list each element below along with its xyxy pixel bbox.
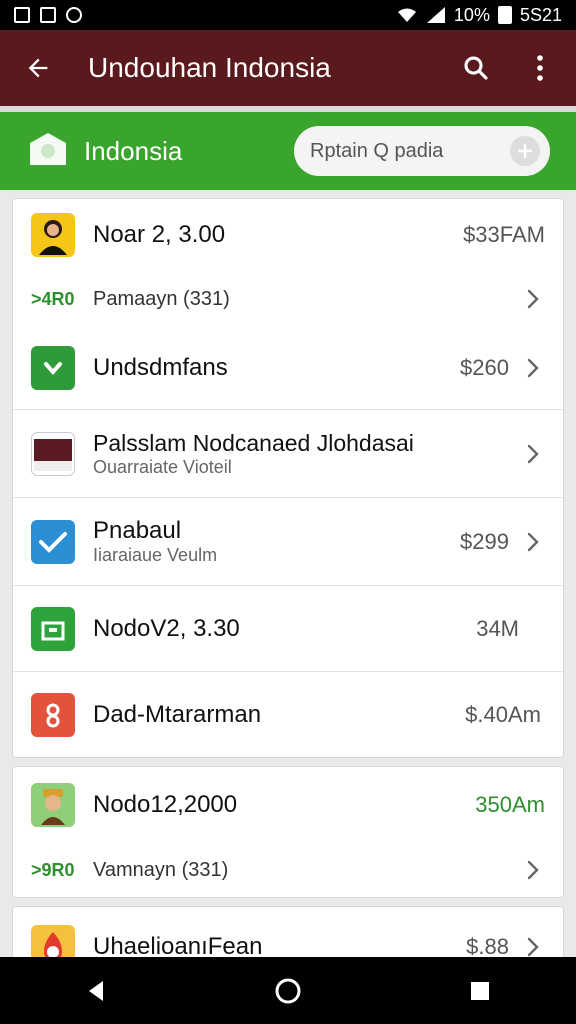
item-title: NodoV2, 3.30 — [93, 614, 240, 642]
item-meta: $33FAM — [463, 222, 545, 248]
list-item[interactable]: Palsslam Nodcanaed Jlohdasai Ouarraiate … — [13, 409, 563, 497]
nav-back-icon — [89, 980, 103, 1001]
more-options-button[interactable] — [518, 46, 562, 90]
chat-bubble-icon — [26, 129, 70, 173]
status-left-icons — [14, 7, 82, 23]
add-button[interactable] — [510, 136, 540, 166]
item-title: Nodo12,2000 — [93, 791, 238, 818]
list-item[interactable]: Nodo12,2000 350Am >9R0 Vamnayn (331) — [13, 767, 563, 897]
folder-app-icon — [31, 431, 75, 476]
house-app-icon — [31, 606, 75, 651]
status-time: 5S21 — [519, 4, 562, 25]
chevron-right-icon — [521, 935, 545, 959]
nav-back-button[interactable] — [66, 961, 126, 1021]
list-item-row: Noar 2, 3.00 $33FAM — [13, 199, 563, 271]
item-meta — [521, 442, 545, 466]
nav-home-icon — [275, 978, 301, 1003]
back-button[interactable] — [14, 44, 62, 92]
item-subtitle: Ouarraiate Vioteil — [93, 456, 232, 477]
plus-icon — [517, 143, 533, 159]
item-meta: 350Am — [475, 792, 545, 818]
chevron-right-icon — [521, 356, 545, 380]
item-subtitle: Vamnayn (331) — [93, 858, 229, 881]
app-bar-actions — [454, 46, 562, 90]
item-tag: >9R0 — [31, 859, 75, 880]
item-title: Undsdmfans — [93, 354, 228, 381]
nav-recents-icon — [471, 981, 489, 1000]
chevron-right-icon — [521, 442, 545, 466]
item-size: $.40Am — [465, 701, 541, 727]
battery-icon — [497, 6, 512, 24]
item-tag: >4R0 — [31, 288, 75, 309]
system-nav-bar — [0, 957, 576, 1024]
item-price: $299 — [460, 528, 509, 554]
nav-home-button[interactable] — [258, 961, 318, 1021]
list-item-subrow: >9R0 Vamnayn (331) — [13, 843, 563, 897]
item-size: 350Am — [475, 792, 545, 817]
item-size: 34M — [476, 615, 519, 641]
status-bar: 10% 5S21 — [0, 0, 576, 30]
avatar — [31, 213, 75, 257]
app-list: Noar 2, 3.00 $33FAM >4R0 Pamaayn (331) U… — [12, 198, 564, 988]
item-title: Pnabaul — [93, 517, 182, 544]
list-item[interactable]: Noar 2, 3.00 $33FAM >4R0 Pamaayn (331) — [13, 199, 563, 327]
item-meta: $.40Am — [465, 702, 541, 728]
search-icon — [464, 56, 488, 80]
section-title: Indonsia — [84, 135, 183, 166]
notification-icon — [40, 7, 56, 23]
app-bar: Undouhan Indonsia — [0, 30, 576, 106]
cat-icon — [66, 7, 82, 23]
item-subtitle: Iiaraiaue Veulm — [93, 545, 218, 565]
list-item[interactable]: Pnabaul Iiaraiaue Veulm $299 — [13, 497, 563, 585]
item-price: $260 — [460, 355, 509, 380]
more-vert-icon — [537, 55, 543, 81]
item-meta: $299 — [460, 529, 545, 555]
chevron-right-icon — [521, 287, 545, 311]
list-item-subrow: >4R0 Pamaayn (331) — [13, 271, 563, 327]
item-title: Palsslam Nodcanaed Jlohdasai — [93, 429, 414, 456]
chevron-right-icon — [521, 530, 545, 554]
nav-recents-button[interactable] — [450, 961, 510, 1021]
item-chevron-wrap — [521, 287, 545, 311]
search-placeholder: Rptain Q padia — [310, 139, 444, 162]
item-size: $33FAM — [463, 222, 545, 247]
list-item[interactable]: NodoV2, 3.30 34M — [13, 585, 563, 671]
page-title: Undouhan Indonsia — [88, 52, 331, 83]
avatar — [31, 783, 75, 827]
list-item-row: Nodo12,2000 350Am — [13, 767, 563, 843]
item-subtitle: Pamaayn (331) — [93, 287, 230, 310]
signal-icon — [426, 7, 445, 23]
battery-percent: 10% — [453, 4, 490, 25]
check-app-icon — [31, 519, 75, 564]
back-arrow-icon — [28, 58, 48, 78]
chevron-right-icon — [521, 858, 545, 882]
item-title: Dad-Mtararman — [93, 700, 262, 728]
search-button[interactable] — [454, 46, 498, 90]
download-app-icon — [31, 346, 75, 390]
image-icon — [14, 7, 30, 23]
list-item[interactable]: Undsdmfans $260 — [13, 327, 563, 409]
list-item[interactable]: Dad-Mtararman $.40Am — [13, 671, 563, 757]
search-input[interactable]: Rptain Q padia — [294, 126, 550, 176]
section-header: Indonsia Rptain Q padia — [0, 112, 576, 190]
item-text: Pnabaul Iiaraiaue Veulm — [93, 517, 217, 566]
pin-app-icon — [31, 692, 75, 737]
item-title: Noar 2, 3.00 — [93, 221, 226, 248]
item-meta: 34M — [476, 616, 519, 642]
item-meta: $260 — [460, 355, 545, 381]
list-card: Noar 2, 3.00 $33FAM >4R0 Pamaayn (331) U… — [12, 198, 564, 758]
list-card: Nodo12,2000 350Am >9R0 Vamnayn (331) — [12, 766, 564, 898]
item-chevron-wrap — [521, 858, 545, 882]
wifi-icon — [397, 8, 416, 22]
item-text: Palsslam Nodcanaed Jlohdasai Ouarraiate … — [93, 430, 414, 478]
status-right: 10% 5S21 — [396, 5, 562, 26]
